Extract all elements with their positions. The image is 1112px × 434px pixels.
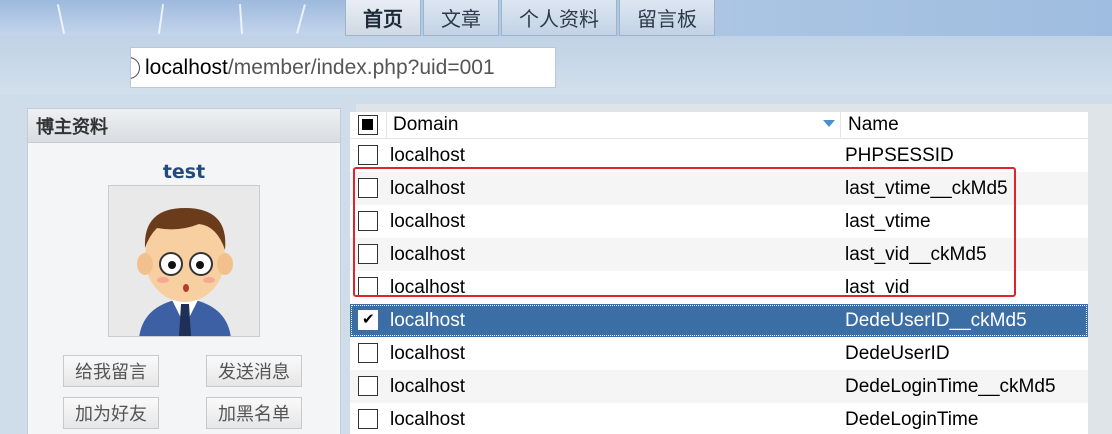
- cookie-name: DedeLoginTime: [845, 409, 979, 430]
- cookie-domain: localhost: [390, 376, 465, 397]
- site-info-icon[interactable]: [131, 56, 140, 79]
- cookie-row[interactable]: localhost DedeLoginTime: [350, 403, 1088, 434]
- profile-username[interactable]: test: [28, 161, 340, 183]
- sort-descending-icon[interactable]: [823, 120, 835, 127]
- cookie-row[interactable]: localhost last_vid: [350, 271, 1088, 304]
- row-checkbox[interactable]: [358, 178, 378, 198]
- url-path: /member/index.php?uid=001: [227, 55, 495, 79]
- cookie-row[interactable]: localhost DedeLoginTime__ckMd5: [350, 370, 1088, 403]
- cookie-name: last_vtime__ckMd5: [845, 178, 1008, 199]
- cookie-row[interactable]: localhost last_vtime__ckMd5: [350, 172, 1088, 205]
- cookie-name: DedeLoginTime__ckMd5: [845, 376, 1056, 397]
- cookie-name: last_vid__ckMd5: [845, 244, 987, 265]
- leave-message-button[interactable]: 给我留言: [63, 355, 159, 387]
- tab-guestbook[interactable]: 留言板: [619, 0, 715, 36]
- cookie-domain: localhost: [390, 211, 465, 232]
- row-checkbox[interactable]: [358, 211, 378, 231]
- cookie-name: DedeUserID: [845, 343, 950, 364]
- cookie-row[interactable]: localhost DedeUserID: [350, 337, 1088, 370]
- blogger-profile-panel: 博主资料 test 给我留言 发送消息 加为好友 加黑名单: [27, 108, 341, 434]
- cookie-name: PHPSESSID: [845, 145, 954, 166]
- cookie-row[interactable]: localhost last_vid__ckMd5: [350, 238, 1088, 271]
- cookie-domain: localhost: [390, 343, 465, 364]
- cookie-domain: localhost: [390, 277, 465, 298]
- url-host: localhost: [145, 55, 228, 79]
- cookie-name: last_vid: [845, 277, 910, 298]
- banner-image: [0, 0, 345, 38]
- cookie-name: last_vtime: [845, 211, 931, 232]
- main-nav-tabs: 首页 文章 个人资料 留言板: [345, 0, 717, 38]
- cookie-domain: localhost: [390, 310, 465, 331]
- tab-home[interactable]: 首页: [345, 0, 421, 36]
- cartoon-man-avatar-icon: [109, 186, 259, 336]
- cookie-domain: localhost: [390, 178, 465, 199]
- cookie-list: Domain Name localhost PHPSESSID localhost l…: [350, 112, 1088, 434]
- cookie-domain: localhost: [390, 145, 465, 166]
- row-checkbox[interactable]: [358, 244, 378, 264]
- cookie-row[interactable]: localhost PHPSESSID: [350, 139, 1088, 172]
- add-friend-button[interactable]: 加为好友: [63, 397, 159, 429]
- checkmark-icon: ✔: [362, 311, 375, 328]
- panel-title: 博主资料: [28, 109, 340, 143]
- column-header-name[interactable]: Name: [848, 114, 899, 136]
- blacklist-button[interactable]: 加黑名单: [206, 397, 302, 429]
- send-message-button[interactable]: 发送消息: [206, 355, 302, 387]
- row-checkbox[interactable]: [358, 145, 378, 165]
- tab-profile[interactable]: 个人资料: [501, 0, 617, 36]
- row-checkbox[interactable]: ✔: [358, 310, 378, 330]
- address-bar[interactable]: localhost/member/index.php?uid=001: [130, 47, 556, 88]
- cookie-list-header: Domain Name: [350, 112, 1088, 139]
- cookie-row[interactable]: localhost last_vtime: [350, 205, 1088, 238]
- row-checkbox[interactable]: [358, 277, 378, 297]
- column-header-domain[interactable]: Domain: [393, 114, 458, 136]
- cookie-row[interactable]: ✔ localhost DedeUserID__ckMd5: [350, 304, 1088, 337]
- cookie-domain: localhost: [390, 409, 465, 430]
- avatar[interactable]: [108, 185, 260, 337]
- column-separator: [386, 112, 387, 139]
- column-separator: [840, 112, 841, 139]
- row-checkbox[interactable]: [358, 343, 378, 363]
- row-checkbox[interactable]: [358, 376, 378, 396]
- row-checkbox[interactable]: [358, 409, 378, 429]
- tab-articles[interactable]: 文章: [423, 0, 499, 36]
- cookie-domain: localhost: [390, 244, 465, 265]
- cookie-name: DedeUserID__ckMd5: [845, 310, 1027, 331]
- select-all-checkbox[interactable]: [358, 115, 378, 135]
